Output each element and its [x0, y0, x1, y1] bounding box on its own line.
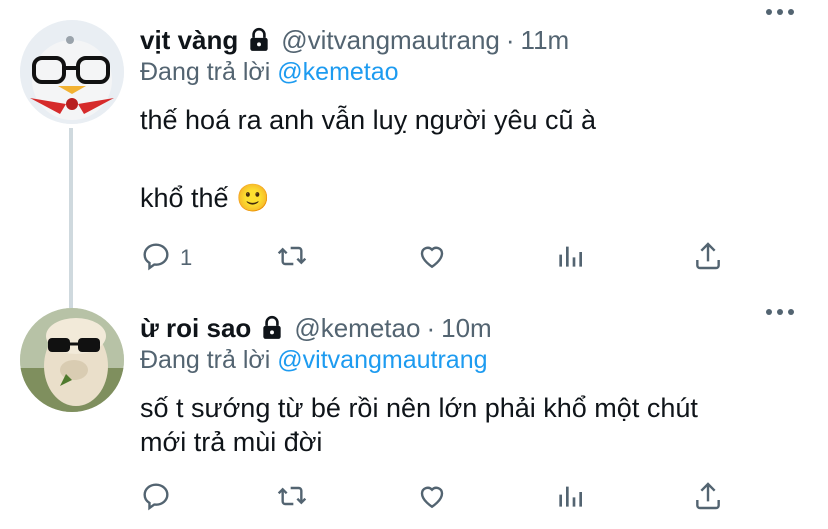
reply-button[interactable]: 1 [140, 238, 192, 278]
lock-icon [259, 315, 285, 341]
tweet-header: vịt vàng @vitvangmautrang · 11m [140, 20, 569, 60]
display-name[interactable]: ừ roi sao [140, 313, 251, 344]
mention-link[interactable]: @vitvangmautrang [277, 346, 487, 374]
views-icon [554, 240, 586, 277]
tweet-text-line: mới trả mùi đời [140, 427, 323, 457]
tweet-text-line: khổ thế 🙂 [140, 183, 270, 213]
display-name[interactable]: vịt vàng [140, 25, 238, 56]
timestamp[interactable]: 11m [521, 25, 570, 56]
handle[interactable]: @vitvangmautrang [281, 25, 500, 56]
share-icon [692, 240, 724, 277]
reply-icon [140, 480, 172, 517]
reply-button[interactable] [140, 478, 172, 518]
replying-prefix: Đang trả lời [140, 346, 271, 374]
reply-count: 1 [180, 245, 193, 270]
thread-line [69, 128, 73, 308]
separator: · [505, 24, 515, 55]
tweet-2[interactable]: ừ roi sao @kemetao · 10m Đang trả lời @v… [0, 300, 828, 529]
tweet-text-line: thế hoá ra anh vẫn luỵ người yêu cũ à [140, 105, 597, 135]
retweet-button[interactable] [276, 238, 308, 278]
more-button[interactable] [760, 0, 800, 24]
handle[interactable]: @kemetao [294, 313, 420, 344]
mention-link[interactable]: @kemetao [277, 58, 398, 86]
avatar[interactable] [20, 20, 124, 124]
like-button[interactable] [416, 238, 448, 278]
timestamp[interactable]: 10m [441, 313, 492, 344]
more-icon [765, 303, 795, 321]
share-icon [692, 480, 724, 517]
share-button[interactable] [692, 238, 724, 278]
avatar[interactable] [20, 308, 124, 412]
like-icon [416, 240, 448, 277]
replying-to: Đang trả lời @kemetao [140, 58, 399, 87]
lock-icon [246, 27, 272, 53]
like-icon [416, 480, 448, 517]
tweet-header: ừ roi sao @kemetao · 10m [140, 308, 492, 348]
retweet-icon [276, 480, 308, 517]
tweet-text-line: số t sướng từ bé rồi nên lớn phải khổ mộ… [140, 393, 698, 423]
tweet-1[interactable]: vịt vàng @vitvangmautrang · 11m Đang trả… [0, 0, 828, 308]
more-button[interactable] [760, 300, 800, 324]
reply-icon [140, 240, 172, 277]
views-icon [554, 480, 586, 517]
separator: · [426, 312, 436, 343]
views-button[interactable] [554, 478, 586, 518]
share-button[interactable] [692, 478, 724, 518]
replying-prefix: Đang trả lời [140, 58, 271, 86]
retweet-icon [276, 240, 308, 277]
retweet-button[interactable] [276, 478, 308, 518]
views-button[interactable] [554, 238, 586, 278]
more-icon [765, 3, 795, 21]
replying-to: Đang trả lời @vitvangmautrang [140, 346, 488, 375]
like-button[interactable] [416, 478, 448, 518]
